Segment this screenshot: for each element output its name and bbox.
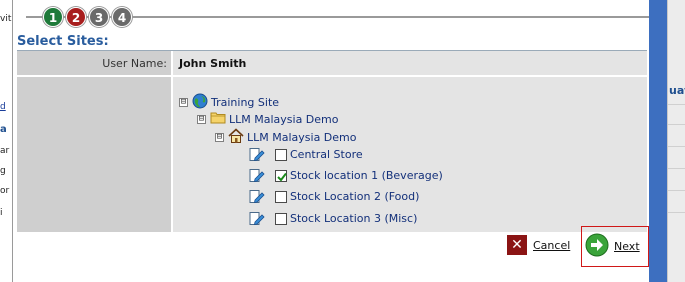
location-checkbox[interactable] bbox=[275, 190, 287, 203]
wizard-step-1[interactable]: 1 bbox=[43, 7, 63, 27]
bg-left-fragment: a bbox=[0, 124, 7, 135]
edit-location-icon bbox=[249, 168, 265, 183]
wizard-step-2[interactable]: 2 bbox=[66, 7, 86, 27]
wizard-step-3[interactable]: 3 bbox=[89, 7, 109, 27]
bg-right-fragment: uat bbox=[669, 84, 685, 97]
background-left-panel: vit d a ar g or i bbox=[0, 0, 13, 282]
edit-location-icon bbox=[249, 211, 265, 226]
location-label[interactable]: Central Store bbox=[290, 148, 363, 161]
bg-left-fragment: i bbox=[0, 208, 3, 218]
collapse-toggle[interactable]: ⊟ bbox=[197, 114, 206, 124]
location-label[interactable]: Stock Location 3 (Misc) bbox=[290, 212, 417, 225]
location-label[interactable]: Stock location 1 (Beverage) bbox=[290, 169, 443, 182]
sites-label-cell bbox=[17, 77, 172, 232]
background-right-panel: uat bbox=[649, 0, 685, 282]
arrow-right-icon bbox=[585, 233, 609, 260]
edit-location-icon bbox=[249, 189, 265, 204]
wizard-steps: 1 2 3 4 bbox=[26, 5, 649, 29]
background-right-strip bbox=[667, 0, 685, 282]
sites-tree: ⊟ Training Site ⊟ LLM Malaysia Demo ⊟ LL… bbox=[173, 77, 647, 232]
location-checkbox[interactable] bbox=[275, 212, 287, 225]
divider bbox=[668, 212, 685, 213]
tree-location-item: Stock Location 3 (Misc) bbox=[249, 211, 417, 226]
sites-form-table: User Name: John Smith ⊟ Training Site ⊟ bbox=[17, 51, 647, 232]
edit-location-icon bbox=[249, 147, 265, 162]
tree-node-label[interactable]: LLM Malaysia Demo bbox=[247, 131, 357, 144]
home-icon bbox=[228, 128, 244, 147]
collapse-toggle[interactable]: ⊟ bbox=[215, 133, 224, 142]
tree-node-label[interactable]: LLM Malaysia Demo bbox=[229, 113, 339, 126]
wizard-step-4[interactable]: 4 bbox=[112, 7, 132, 27]
tree-location-item: Central Store bbox=[249, 147, 363, 162]
check-icon bbox=[277, 172, 287, 182]
tree-node-site: ⊟ LLM Malaysia Demo bbox=[215, 128, 357, 147]
select-sites-dialog: 1 2 3 4 Select Sites: User Name: John Sm… bbox=[13, 0, 649, 282]
folder-icon bbox=[210, 111, 226, 127]
close-icon: ✕ bbox=[507, 235, 527, 255]
bg-left-fragment: d bbox=[0, 102, 6, 112]
next-button[interactable]: Next bbox=[581, 226, 649, 267]
location-label[interactable]: Stock Location 2 (Food) bbox=[290, 190, 419, 203]
divider bbox=[668, 190, 685, 191]
bg-left-fragment: vit bbox=[0, 14, 12, 24]
tree-location-item: Stock location 1 (Beverage) bbox=[249, 168, 443, 183]
scroll-bar-strip bbox=[649, 0, 667, 282]
collapse-toggle[interactable]: ⊟ bbox=[179, 98, 188, 107]
tree-node-label[interactable]: Training Site bbox=[211, 96, 279, 109]
globe-icon bbox=[192, 93, 208, 112]
user-name-label: User Name: bbox=[17, 51, 172, 75]
bg-left-fragment: g bbox=[0, 166, 6, 176]
divider bbox=[668, 124, 685, 125]
page-title: Select Sites: bbox=[17, 34, 109, 49]
divider bbox=[668, 168, 685, 169]
tree-node-region: ⊟ LLM Malaysia Demo bbox=[197, 111, 339, 127]
bg-left-fragment: or bbox=[0, 186, 10, 196]
tree-location-item: Stock Location 2 (Food) bbox=[249, 189, 419, 204]
cancel-label[interactable]: Cancel bbox=[533, 239, 570, 252]
divider bbox=[668, 146, 685, 147]
tree-node-root: ⊟ Training Site bbox=[179, 93, 279, 112]
cancel-button[interactable]: ✕ Cancel bbox=[507, 235, 570, 255]
divider bbox=[668, 104, 685, 105]
location-checkbox[interactable] bbox=[275, 169, 287, 182]
next-label[interactable]: Next bbox=[614, 240, 640, 253]
bg-left-fragment: ar bbox=[0, 146, 10, 156]
user-name-value: John Smith bbox=[173, 51, 647, 75]
location-checkbox[interactable] bbox=[275, 148, 287, 161]
